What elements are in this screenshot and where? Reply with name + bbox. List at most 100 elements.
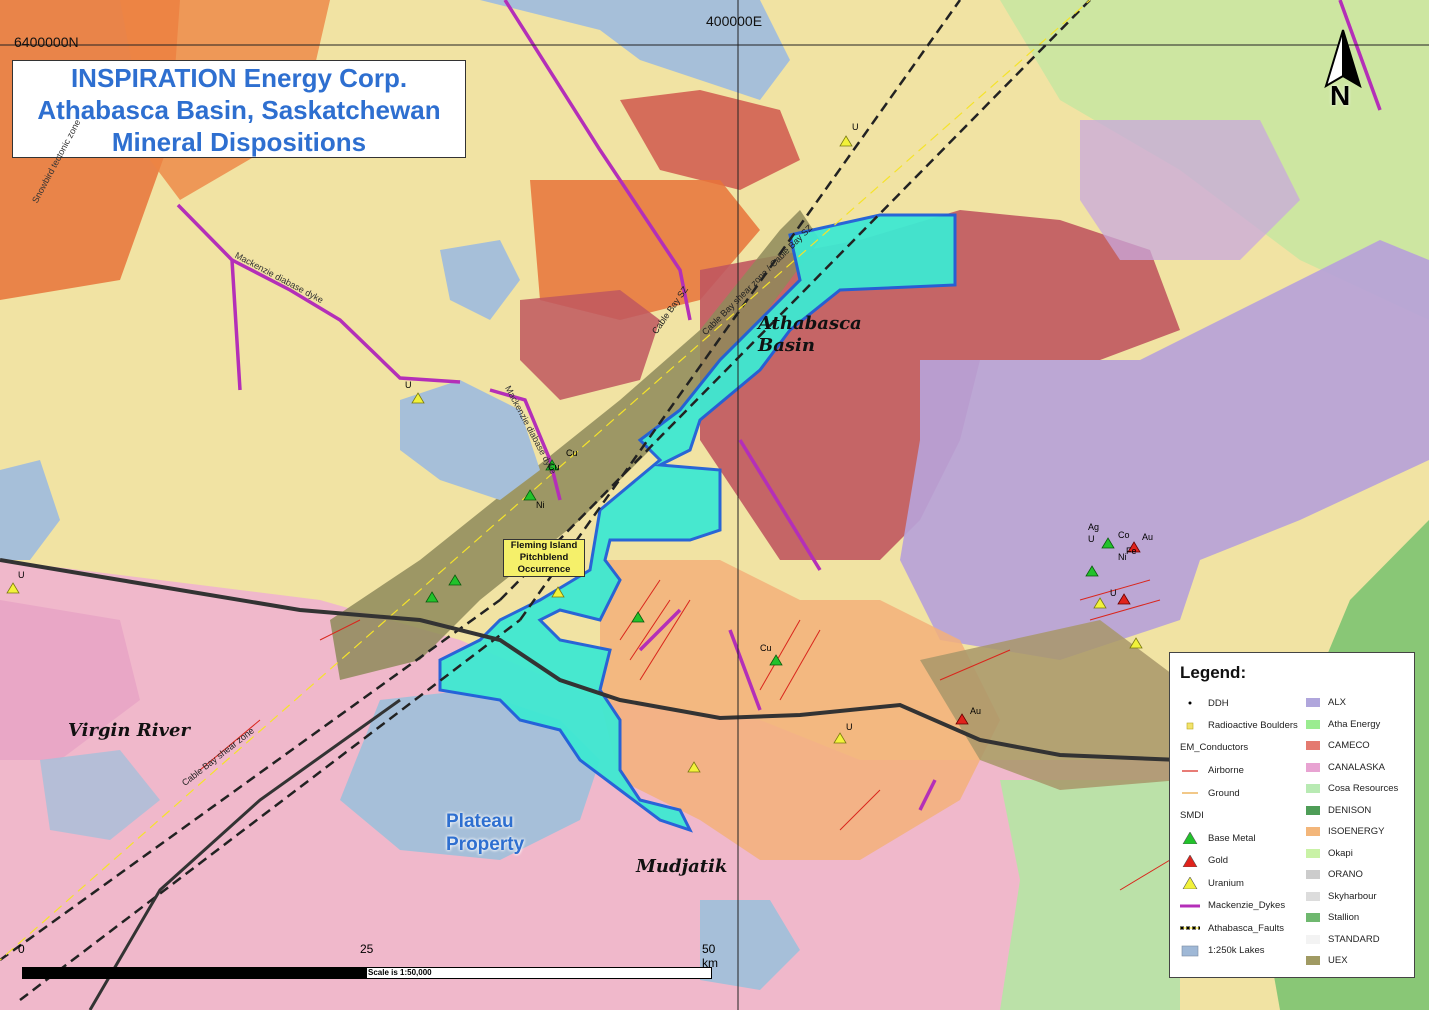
- occ-label: U: [405, 380, 412, 390]
- occ-label: Fe: [1126, 546, 1137, 556]
- legend-swatch: [1306, 719, 1320, 729]
- legend-swatch: [1306, 698, 1320, 707]
- legend-item-label: Atha Energy: [1328, 718, 1381, 730]
- grid-northing-label: 6400000N: [14, 34, 79, 50]
- triangle-symbol-icon: [1180, 876, 1200, 890]
- triangle-symbol-icon: [1180, 853, 1200, 867]
- occ-label: Cu: [566, 448, 578, 458]
- scale-bar: 0 25 50 km Scale is 1:50,000: [18, 942, 718, 982]
- legend-item-label: 1:250k Lakes: [1208, 945, 1265, 956]
- legend-item: UEX: [1306, 955, 1348, 966]
- legend-item: DDH: [1180, 697, 1229, 709]
- square-symbol-icon: [1180, 720, 1200, 732]
- legend-item: Radioactive Boulders: [1180, 720, 1298, 732]
- legend-item: Gold: [1180, 853, 1229, 867]
- legend-item: 1:250k Lakes: [1180, 945, 1265, 957]
- legend-item: Ground: [1180, 787, 1240, 799]
- line-symbol-icon: [1180, 787, 1200, 799]
- grid-easting-label: 400000E: [706, 13, 763, 29]
- label-virgin-river: Virgin River: [68, 720, 190, 741]
- legend-item-label: CANALASKA: [1328, 761, 1386, 773]
- scale-tick-25: 25: [360, 942, 374, 956]
- legend-title: Legend:: [1180, 663, 1247, 682]
- occ-label: U: [18, 570, 25, 580]
- occ-label: Ag: [1088, 522, 1100, 532]
- north-arrow: N: [1316, 28, 1370, 111]
- legend-swatch: [1306, 762, 1320, 772]
- legend-item: DENISON: [1306, 805, 1371, 816]
- legend-item-label: Mackenzie_Dykes: [1208, 900, 1286, 911]
- legend-swatch: [1306, 848, 1320, 858]
- legend-item-label: UEX: [1328, 955, 1348, 966]
- legend-swatch: [1306, 784, 1320, 793]
- legend-item: Mackenzie_Dykes: [1180, 900, 1285, 912]
- swatch-symbol-icon: [1180, 945, 1200, 957]
- thickline-symbol-icon: [1180, 900, 1200, 912]
- legend-item-label: CAMECO: [1328, 740, 1370, 751]
- north-arrow-letter: N: [1330, 80, 1351, 111]
- occ-label: Co: [1118, 530, 1130, 540]
- legend-item: Athabasca_Faults: [1180, 922, 1284, 934]
- scale-bar-graphic: [22, 967, 712, 979]
- legend-item: CANALASKA: [1306, 762, 1385, 773]
- occ-label: U: [846, 722, 853, 732]
- legend-item-label: Stallion: [1328, 912, 1360, 923]
- legend-item-label: Cosa Resources: [1328, 783, 1399, 794]
- legend-swatch: [1306, 913, 1320, 922]
- legend-item-label: ORANO: [1328, 869, 1363, 880]
- occ-label: U: [1110, 588, 1117, 598]
- dot-symbol-icon: [1180, 697, 1200, 709]
- legend-item-label: ALX: [1328, 697, 1346, 708]
- legend-item: Okapi: [1306, 848, 1353, 859]
- occ-label: U: [1088, 534, 1095, 544]
- occ-label: Cu: [548, 462, 560, 472]
- occ-label: U: [852, 122, 859, 132]
- legend-item: CAMECO: [1306, 740, 1370, 751]
- occ-label: Ni: [536, 500, 545, 510]
- title-line-3: Mineral Dispositions: [111, 127, 367, 157]
- legend-item-label: Base Metal: [1208, 832, 1256, 844]
- legend-item-label: DDH: [1208, 697, 1229, 709]
- legend-swatch: [1306, 934, 1320, 944]
- cosa-claims: [1000, 780, 1180, 1010]
- legend-item: Stallion: [1306, 912, 1359, 923]
- legend-group-header: EM_Conductors: [1180, 742, 1249, 753]
- legend: Legend: DDH Radioactive Boulders EM_Conduc…: [1169, 652, 1415, 978]
- legend-item: Base Metal: [1180, 831, 1256, 845]
- legend-item: ISOENERGY: [1306, 826, 1385, 837]
- dashline-symbol-icon: [1180, 922, 1200, 934]
- map-title-box: INSPIRATION Energy Corp. Athabasca Basin…: [12, 60, 466, 158]
- scale-tick-50: 50 km: [702, 942, 718, 970]
- legend-item: Skyharbour: [1306, 891, 1377, 902]
- label-mudjatik: Mudjatik: [636, 856, 728, 877]
- legend-swatch: [1306, 870, 1320, 879]
- legend-item: ORANO: [1306, 869, 1363, 880]
- legend-item: Airborne: [1180, 765, 1244, 777]
- occ-label: Au: [1142, 532, 1154, 542]
- label-athabasca-basin: Athabasca Basin: [758, 313, 862, 356]
- legend-swatch: [1306, 827, 1320, 836]
- legend-item-label: Uranium: [1208, 877, 1244, 889]
- legend-item-label: Athabasca_Faults: [1208, 922, 1285, 934]
- label-plateau-property[interactable]: Plateau Property: [446, 810, 546, 856]
- legend-item: ALX: [1306, 697, 1346, 708]
- legend-item-label: Skyharbour: [1328, 890, 1377, 902]
- legend-item: Cosa Resources: [1306, 783, 1398, 794]
- label-fleming-island: Fleming Island Pitchblend Occurrence: [503, 539, 585, 577]
- legend-group-header: SMDI: [1180, 809, 1204, 821]
- legend-item-label: Airborne: [1208, 765, 1244, 776]
- triangle-symbol-icon: [1180, 831, 1200, 845]
- occ-label: Cu: [760, 643, 772, 653]
- scale-tick-0: 0: [18, 942, 25, 956]
- scale-text: Scale is 1:50,000: [368, 968, 432, 977]
- occ-label: Au: [970, 706, 982, 716]
- legend-item-label: Gold: [1208, 855, 1229, 866]
- legend-item-label: Radioactive Boulders: [1208, 720, 1298, 731]
- legend-swatch: [1306, 891, 1320, 901]
- legend-item: Uranium: [1180, 876, 1244, 890]
- legend-swatch: [1306, 741, 1320, 750]
- legend-item-label: Okapi: [1328, 847, 1353, 859]
- legend-item: STANDARD: [1306, 934, 1380, 945]
- legend-item-label: ISOENERGY: [1328, 826, 1385, 837]
- title-line-1: INSPIRATION Energy Corp.: [70, 63, 408, 93]
